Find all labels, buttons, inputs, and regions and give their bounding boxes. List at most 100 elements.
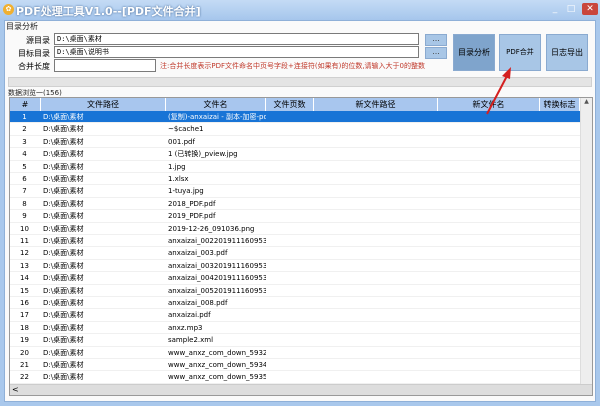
cell-index: 1 (22, 113, 27, 121)
merge-length-input[interactable] (54, 59, 156, 72)
vertical-scrollbar[interactable]: ▲ (580, 98, 592, 384)
column-header-index[interactable]: # (10, 98, 41, 111)
table-row[interactable]: 1 D:\桌面\素材 (复制)-anxaizai - 副本-加密-pdf (10, 111, 580, 124)
app-icon: ✿ (3, 4, 14, 15)
cell-file-name: anxaizai_00320191116095304025 (168, 261, 266, 270)
cell-file-path: D:\桌面\素材 (43, 286, 84, 295)
table-row[interactable]: 21 D:\桌面\素材 www_anxz_com_down_59343_html. (10, 359, 580, 372)
progress-bar (8, 77, 592, 87)
cell-file-name: anxaizai_00520191116095307739 (168, 286, 266, 295)
minimize-button[interactable]: _ (548, 3, 562, 15)
table-row[interactable]: 2 D:\桌面\素材 ~$cache1 (10, 123, 580, 136)
cell-index: 13 (20, 261, 29, 270)
table-row[interactable]: 5 D:\桌面\素材 1.jpg (10, 161, 580, 173)
cell-file-name: ~$cache1 (168, 125, 204, 134)
export-log-button[interactable]: 日志导出 (546, 34, 588, 71)
cell-index: 6 (22, 175, 27, 183)
cell-file-name: sample2.xml (168, 336, 214, 345)
table-row[interactable]: 19 D:\桌面\素材 sample2.xml (10, 334, 580, 347)
cell-file-path: D:\桌面\素材 (43, 150, 84, 159)
cell-index: 17 (20, 311, 29, 320)
table-row[interactable]: 7 D:\桌面\素材 1-tuya.jpg (10, 185, 580, 198)
scroll-up-icon[interactable]: ▲ (581, 98, 592, 105)
browse-target-button[interactable]: ... (425, 47, 447, 59)
cell-index: 21 (20, 361, 29, 369)
cell-index: 11 (20, 237, 29, 245)
table-row[interactable]: 17 D:\桌面\素材 anxaizai.pdf (10, 309, 580, 322)
column-header-file-name[interactable]: 文件名 (166, 98, 266, 111)
column-header-page-count[interactable]: 文件页数 (266, 98, 314, 111)
cell-index: 18 (20, 323, 29, 332)
cell-index: 22 (20, 373, 29, 382)
table-row[interactable]: 9 D:\桌面\素材 2019_PDF.pdf (10, 210, 580, 223)
source-dir-input[interactable]: D:\桌面\素材 (54, 33, 419, 45)
cell-file-name: 2019_PDF.pdf (168, 212, 216, 221)
cell-file-path: D:\桌面\素材 (43, 187, 84, 196)
cell-file-path: D:\桌面\素材 (43, 125, 84, 134)
cell-index: 10 (20, 224, 29, 233)
cell-file-name: www_anxz_com_down_59343_html. (168, 361, 266, 369)
cell-file-path: D:\桌面\素材 (43, 348, 84, 357)
horizontal-scrollbar[interactable]: < (10, 384, 592, 395)
table-row[interactable]: 18 D:\桌面\素材 anxz.mp3 (10, 322, 580, 335)
cell-file-name: anxaizai.pdf (168, 311, 211, 320)
table-row[interactable]: 14 D:\桌面\素材 anxaizai_00420191116095304029 (10, 272, 580, 285)
column-header-file-path[interactable]: 文件路径 (41, 98, 166, 111)
table-row[interactable]: 6 D:\桌面\素材 1.xlsx (10, 173, 580, 186)
cell-file-path: D:\桌面\素材 (43, 224, 84, 233)
cell-index: 14 (20, 274, 29, 283)
cell-file-name: 1.xlsx (168, 175, 189, 183)
cell-file-path: D:\桌面\素材 (43, 261, 84, 270)
cell-file-path: D:\桌面\素材 (43, 336, 84, 345)
table-row[interactable]: 13 D:\桌面\素材 anxaizai_00320191116095304025 (10, 260, 580, 273)
column-header-convert-flag[interactable]: 转换标志 (540, 98, 580, 111)
cell-file-name: 1-tuya.jpg (168, 187, 204, 196)
column-header-new-file-path[interactable]: 新文件路径 (314, 98, 438, 111)
merge-length-note: 注:合并长度表示PDF文件命名中页号字段+连接符(如果有)的位数,请输入大于0的… (160, 62, 426, 70)
scroll-left-icon[interactable]: < (10, 385, 19, 394)
cell-file-name: 001.pdf (168, 137, 195, 146)
cell-index: 9 (22, 212, 27, 221)
browse-source-button[interactable]: ... (425, 34, 447, 46)
table-row[interactable]: 11 D:\桌面\素材 anxaizai_00220191116095304025 (10, 235, 580, 248)
pdf-merge-button[interactable]: PDF合并 (499, 34, 541, 71)
table-row[interactable]: 10 D:\桌面\素材 2019-12-26_091036.png (10, 223, 580, 235)
cell-file-name: 1 (已转换)_pview.jpg (168, 150, 238, 159)
cell-file-path: D:\桌面\素材 (43, 175, 84, 183)
cell-file-name: anxaizai_00420191116095304029 (168, 274, 266, 283)
cell-index: 19 (20, 336, 29, 345)
cell-file-path: D:\桌面\素材 (43, 299, 84, 307)
cell-index: 15 (20, 286, 29, 295)
cell-file-name: www_anxz_com_down_59329_html. (168, 348, 266, 357)
close-button[interactable]: ✕ (582, 3, 598, 15)
cell-file-path: D:\桌面\素材 (43, 199, 84, 208)
table-row[interactable]: 16 D:\桌面\素材 anxaizai_008.pdf (10, 297, 580, 310)
cell-file-name: 1.jpg (168, 162, 186, 171)
window-title: PDF处理工具V1.0--[PDF文件合并] (16, 5, 201, 18)
table-row[interactable]: 12 D:\桌面\素材 anxaizai_003.pdf (10, 247, 580, 260)
table-row[interactable]: 20 D:\桌面\素材 www_anxz_com_down_59329_html. (10, 347, 580, 359)
cell-file-path: D:\桌面\素材 (43, 373, 84, 382)
table-row[interactable]: 3 D:\桌面\素材 001.pdf (10, 136, 580, 149)
cell-index: 8 (22, 199, 27, 208)
table-row[interactable]: 15 D:\桌面\素材 anxaizai_00520191116095307739 (10, 285, 580, 297)
cell-file-name: anxz.mp3 (168, 323, 203, 332)
cell-file-name: anxaizai_003.pdf (168, 249, 228, 258)
cell-file-path: D:\桌面\素材 (43, 274, 84, 283)
table-row[interactable]: 4 D:\桌面\素材 1 (已转换)_pview.jpg (10, 148, 580, 161)
analyze-button[interactable]: 目录分析 (453, 34, 495, 71)
cell-file-name: 2018_PDF.pdf (168, 199, 216, 208)
cell-file-path: D:\桌面\素材 (43, 249, 84, 258)
target-dir-input[interactable]: D:\桌面\说明书 (54, 46, 419, 58)
cell-file-path: D:\桌面\素材 (43, 361, 84, 369)
cell-file-name: (复制)-anxaizai - 副本-加密-pdf (168, 113, 266, 121)
cell-file-path: D:\桌面\素材 (43, 113, 84, 121)
table-row[interactable]: 22 D:\桌面\素材 www_anxz_com_down_59350_html. (10, 371, 580, 384)
maximize-button[interactable]: □ (564, 3, 578, 15)
cell-file-path: D:\桌面\素材 (43, 162, 84, 171)
source-label: 源目录 (26, 36, 50, 45)
data-table[interactable]: # 文件路径 文件名 文件页数 新文件路径 新文件名 转换标志 1 D:\桌面\素材 (复制)-… (9, 97, 593, 396)
cell-index: 7 (22, 187, 27, 196)
table-row[interactable]: 8 D:\桌面\素材 2018_PDF.pdf (10, 198, 580, 211)
column-header-new-file-name[interactable]: 新文件名 (438, 98, 540, 111)
